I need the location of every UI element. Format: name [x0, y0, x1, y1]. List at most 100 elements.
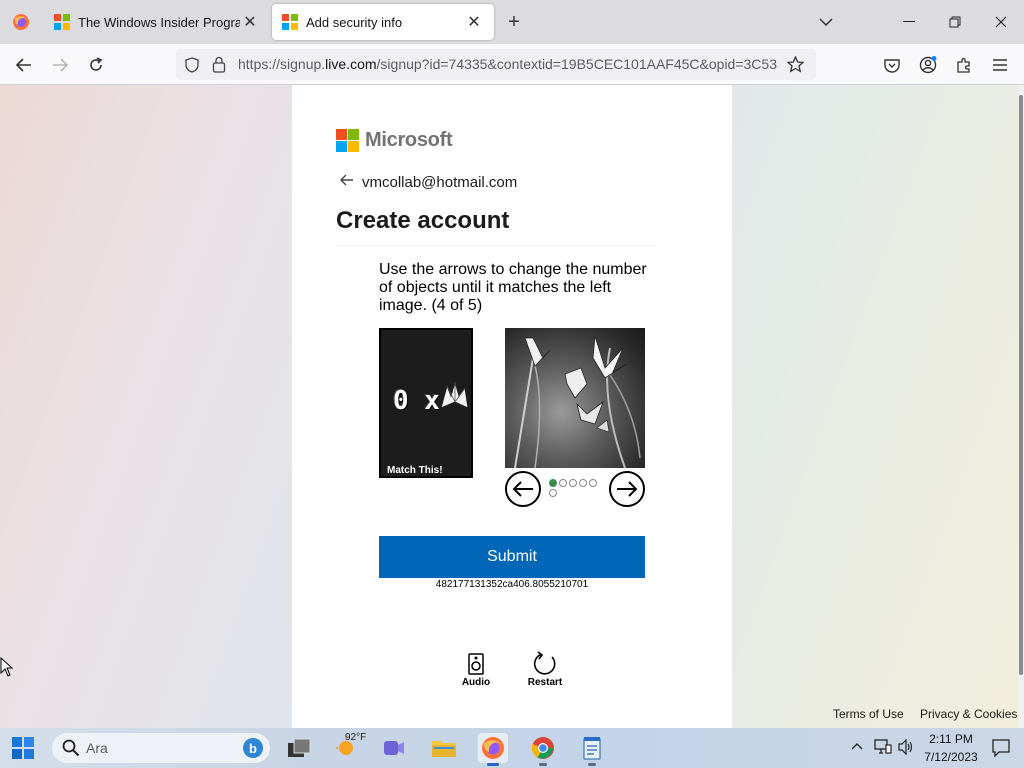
privacy-cookies-link[interactable]: Privacy & Cookies [920, 707, 1017, 721]
tab-strip: The Windows Insider Program ✕ Add securi… [0, 0, 1024, 44]
arrow-left-icon [512, 481, 533, 497]
microsoft-icon [282, 14, 298, 30]
tracking-protection-shield-icon[interactable] [184, 57, 200, 73]
forward-button[interactable] [45, 50, 75, 80]
teams-icon [384, 741, 404, 755]
url-path: /signup?id=74335&contextid=19B5CEC101AAF… [376, 56, 778, 72]
account-button[interactable] [913, 50, 943, 80]
clock-date: 7/12/2023 [924, 750, 978, 764]
arrow-left-icon [16, 58, 31, 72]
tab-add-security-info[interactable]: Add security info ✕ [272, 4, 494, 40]
volume-icon[interactable] [898, 739, 914, 755]
account-icon [919, 56, 937, 74]
page-scrollbar[interactable] [1018, 85, 1024, 728]
clock-time: 2:11 PM [929, 732, 973, 746]
signup-card: Microsoft vmcollab@hotmail.com Create ac… [292, 85, 732, 728]
position-dot [549, 479, 557, 487]
puzzle-piece-icon [957, 57, 970, 73]
close-tab-icon[interactable]: ✕ [240, 12, 260, 32]
url-host: live.com [325, 56, 377, 72]
search-placeholder: Ara [86, 740, 108, 756]
tab-title: Add security info [306, 14, 403, 30]
microsoft-icon [54, 14, 70, 30]
file-explorer-icon [432, 741, 456, 757]
file-explorer-button[interactable] [429, 733, 459, 763]
position-dot [589, 479, 597, 487]
firefox-taskbar-button[interactable] [478, 733, 508, 766]
match-reference-image: 0 x Match This! [379, 328, 473, 478]
position-dot [579, 479, 587, 487]
page-title: Create account [336, 207, 510, 234]
tab-title: The Windows Insider Program [78, 14, 240, 30]
position-dot [549, 489, 557, 497]
identity-email: vmcollab@hotmail.com [362, 173, 518, 191]
microsoft-logo-icon [336, 129, 359, 152]
chrome-icon [531, 737, 554, 759]
microsoft-logo: Microsoft [336, 129, 453, 152]
position-dot [569, 479, 577, 487]
brand-name: Microsoft [365, 129, 453, 151]
speaker-icon [462, 651, 490, 677]
chevron-down-icon [819, 18, 833, 26]
url-text[interactable]: https://signup.live.com/signup?id=74335&… [238, 56, 778, 72]
previous-arrow-button[interactable] [505, 471, 541, 507]
minimize-button[interactable] [886, 0, 932, 44]
position-dot [559, 479, 567, 487]
notifications-icon[interactable] [992, 739, 1010, 757]
network-icon[interactable] [874, 739, 892, 755]
firefox-icon [13, 14, 29, 30]
back-button[interactable] [9, 50, 39, 80]
match-label: Match This! [387, 465, 443, 476]
pocket-button[interactable] [877, 50, 907, 80]
firefox-view-button[interactable] [0, 0, 42, 44]
teams-button[interactable] [379, 733, 409, 763]
arrow-right-icon [617, 481, 638, 497]
close-window-button[interactable] [978, 0, 1024, 44]
task-view-button[interactable] [284, 733, 314, 763]
svg-text:b: b [249, 741, 257, 756]
url-prefix: https://signup. [238, 56, 326, 72]
chevron-up-icon[interactable] [851, 742, 863, 750]
start-button[interactable] [8, 734, 38, 762]
divider [336, 245, 656, 246]
match-count: 0 x [393, 386, 440, 416]
app-menu-button[interactable] [985, 50, 1015, 80]
mouse-cursor-icon [0, 657, 14, 677]
address-bar[interactable]: https://signup.live.com/signup?id=74335&… [176, 49, 816, 80]
system-clock[interactable]: 2:11 PM 7/12/2023 [918, 730, 984, 766]
task-view-icon [288, 738, 311, 757]
origami-bird-icon [440, 380, 469, 409]
bookmark-star-icon[interactable] [787, 56, 804, 73]
audio-button[interactable]: Audio [454, 651, 498, 688]
back-arrow-icon[interactable] [340, 173, 354, 191]
puzzle-instructions: Use the arrows to change the number of o… [379, 261, 647, 314]
minimize-icon [903, 21, 915, 22]
next-arrow-button[interactable] [609, 471, 645, 507]
bing-icon[interactable]: b [242, 737, 264, 759]
identity-banner[interactable]: vmcollab@hotmail.com [340, 173, 517, 191]
restart-icon [531, 651, 559, 677]
hamburger-menu-icon [993, 59, 1007, 71]
reload-button[interactable] [81, 50, 111, 80]
search-icon [62, 739, 80, 757]
restore-button[interactable] [932, 0, 978, 44]
restart-button[interactable]: Restart [523, 651, 567, 688]
list-all-tabs-button[interactable] [814, 10, 838, 34]
close-tab-icon[interactable]: ✕ [464, 12, 484, 32]
reload-icon [90, 57, 103, 71]
windows-logo-icon [12, 737, 34, 759]
terms-of-use-link[interactable]: Terms of Use [833, 707, 904, 721]
origami-birds-scene-icon [514, 335, 641, 468]
puzzle-object-image [505, 328, 645, 468]
tab-windows-insider[interactable]: The Windows Insider Program ✕ [44, 4, 270, 40]
notepad-taskbar-button[interactable] [577, 733, 607, 766]
notepad-icon [583, 737, 601, 760]
scrollbar-thumb[interactable] [1019, 95, 1023, 675]
new-tab-button[interactable]: + [502, 10, 526, 34]
extensions-button[interactable] [949, 50, 979, 80]
lock-icon[interactable] [212, 56, 226, 73]
taskbar-search[interactable]: Ara b [52, 733, 270, 763]
chrome-taskbar-button[interactable] [528, 733, 558, 766]
close-icon [995, 16, 1007, 28]
submit-button[interactable]: Submit [379, 536, 645, 578]
